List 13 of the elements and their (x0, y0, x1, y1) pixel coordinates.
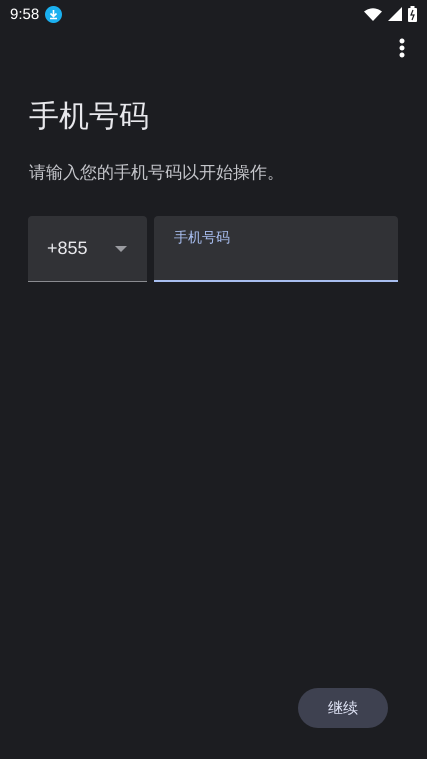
instruction-text: 请输入您的手机号码以开始操作。 (29, 162, 285, 184)
continue-button[interactable]: 继续 (298, 688, 388, 728)
signal-icon (388, 7, 402, 21)
phone-number-label: 手机号码 (174, 230, 230, 246)
status-time: 9:58 (10, 6, 40, 22)
more-vertical-icon (399, 38, 405, 58)
page-title: 手机号码 (29, 98, 150, 136)
download-icon (45, 6, 62, 22)
dropdown-caret-icon (115, 246, 127, 252)
country-code-dropdown[interactable]: +855 (28, 216, 147, 282)
phone-number-field[interactable]: 手机号码 (154, 216, 398, 282)
wifi-icon (364, 8, 382, 20)
battery-icon (408, 6, 417, 22)
